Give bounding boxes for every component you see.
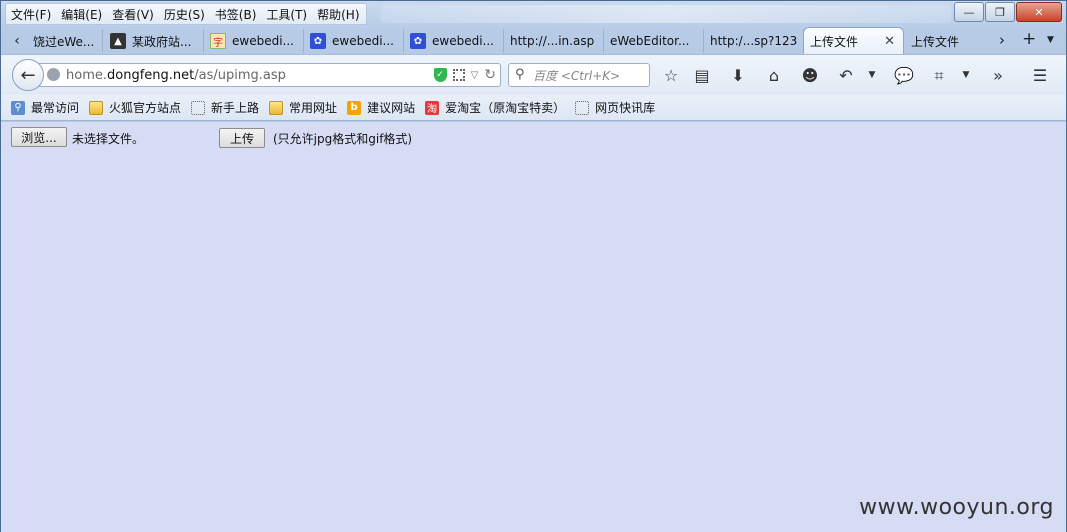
tab-4[interactable]: ✿ ewebedi... (304, 29, 404, 53)
tab-label: http://...in.asp (510, 34, 595, 48)
url-bar-icons: ✓ ▽ ↻ (433, 67, 496, 83)
back-button[interactable]: ← (12, 59, 44, 91)
menu-bookmarks[interactable]: 书签(B) (210, 6, 262, 23)
search-input[interactable] (531, 66, 647, 86)
bookmark-web-slices[interactable]: 网页快讯库 (575, 99, 655, 116)
tab-1[interactable]: 饶过eWe... (27, 29, 103, 53)
page-content: 浏览... 未选择文件。 上传 (只允许jpg格式和gif格式) www.woo… (1, 122, 1066, 532)
download-icon[interactable]: ⬇ (728, 66, 748, 85)
bookmark-label: 网页快讯库 (595, 101, 656, 115)
bookmark-star-icon[interactable]: ☆ (661, 66, 681, 85)
menu-edit[interactable]: 编辑(E) (56, 6, 107, 23)
undo-icon[interactable]: ↶ (836, 66, 856, 85)
tab-scroll-left-icon[interactable]: ‹ (9, 31, 25, 51)
bookmark-firefox-sites[interactable]: 火狐官方站点 (89, 99, 181, 116)
site-icon: ▲ (110, 33, 126, 49)
format-hint-text: (只允许jpg格式和gif格式) (273, 132, 413, 146)
close-window-button[interactable]: ✕ (1016, 2, 1062, 22)
crop-dropdown-icon[interactable]: ▼ (956, 70, 976, 80)
bookmark-label: 爱淘宝（原淘宝特卖） (445, 101, 566, 115)
globe-icon (47, 68, 60, 81)
menu-help[interactable]: 帮助(H) (312, 6, 364, 23)
tab-3[interactable]: 字 ewebedi... (204, 29, 304, 53)
tab-active-upload[interactable]: 上传文件 ✕ (803, 27, 904, 54)
tab-strip: ‹ 饶过eWe... ▲ 某政府站... 字 ewebedi... ✿ eweb… (1, 27, 1066, 54)
back-arrow-icon: ← (20, 64, 36, 86)
tab-scroll-right-icon[interactable]: › (999, 31, 1005, 49)
tab-10[interactable]: 上传文件 (905, 29, 995, 53)
tab-label: 饶过eWe... (33, 34, 95, 49)
close-tab-icon[interactable]: ✕ (884, 34, 895, 49)
bookmark-most-visited[interactable]: ⚲ 最常访问 (11, 99, 79, 116)
new-tab-icon[interactable]: + (1022, 29, 1036, 49)
blurred-titlebar (381, 5, 951, 23)
search-icon: ⚲ (515, 67, 525, 82)
menu-view[interactable]: 查看(V) (107, 6, 159, 23)
dropdown-arrow-icon[interactable]: ▽ (471, 70, 479, 81)
tab-label: ewebedi... (232, 34, 294, 48)
bookmark-label: 常用网址 (289, 101, 338, 115)
tab-label: http:/...sp?123 (710, 34, 798, 48)
shield-icon[interactable]: ✓ (433, 68, 447, 82)
bookmark-label: 火狐官方站点 (109, 101, 182, 115)
bookmark-label: 最常访问 (31, 101, 80, 115)
url-text[interactable]: home.dongfeng.net/as/upimg.asp (66, 68, 286, 83)
document-icon: 字 (210, 33, 226, 49)
overflow-chevron-icon[interactable]: » (988, 66, 1008, 85)
tab-8[interactable]: http:/...sp?123 (704, 29, 804, 53)
home-icon[interactable]: ⌂ (764, 66, 784, 85)
menu-file[interactable]: 文件(F) (6, 6, 56, 23)
dotted-page-icon (575, 100, 590, 115)
watermark-text: www.wooyun.org (859, 495, 1054, 520)
tab-label: 上传文件 (810, 34, 859, 49)
smiley-icon[interactable]: ☻ (800, 66, 820, 85)
list-tabs-icon[interactable]: ▼ (1047, 35, 1054, 45)
qr-code-icon[interactable] (452, 69, 465, 81)
bookmark-taobao[interactable]: 淘 爱淘宝（原淘宝特卖） (425, 99, 565, 116)
navigation-bar: home.dongfeng.net/as/upimg.asp ✓ ▽ ↻ ← ⚲… (1, 54, 1066, 95)
bookmarks-bar: ⚲ 最常访问 火狐官方站点 新手上路 常用网址 b 建议网站 淘 爱淘宝（原淘宝… (1, 95, 1066, 121)
reload-icon[interactable]: ↻ (484, 67, 496, 83)
menu-tools[interactable]: 工具(T) (261, 6, 312, 23)
tab-7[interactable]: eWebEditor... (604, 29, 704, 53)
bookmark-getting-started[interactable]: 新手上路 (191, 99, 259, 116)
folder-icon (89, 100, 104, 115)
tab-label: 上传文件 (911, 34, 960, 49)
bookmark-label: 新手上路 (211, 101, 260, 115)
baidu-paw-icon: ✿ (310, 33, 326, 49)
folder-icon (269, 100, 284, 115)
minimize-button[interactable]: — (954, 2, 984, 22)
dotted-page-icon (191, 100, 206, 115)
tab-5[interactable]: ✿ ewebedi... (404, 29, 504, 53)
tab-2[interactable]: ▲ 某政府站... (104, 29, 204, 53)
tab-label: ewebedi... (432, 34, 494, 48)
menu-history[interactable]: 历史(S) (159, 6, 210, 23)
bookmark-suggested-sites[interactable]: b 建议网站 (347, 99, 415, 116)
undo-dropdown-icon[interactable]: ▼ (862, 70, 882, 80)
upload-button[interactable]: 上传 (219, 128, 265, 148)
bookmark-label: 建议网站 (367, 101, 416, 115)
reading-list-icon[interactable]: ▤ (692, 66, 712, 85)
baidu-paw-icon: ✿ (410, 33, 426, 49)
crop-icon[interactable]: ⌗ (929, 66, 949, 86)
tab-label: ewebedi... (332, 34, 394, 48)
taobao-icon: 淘 (425, 100, 440, 115)
browse-button[interactable]: 浏览... (11, 127, 67, 147)
browser-window: 文件(F) 编辑(E) 查看(V) 历史(S) 书签(B) 工具(T) 帮助(H… (0, 0, 1067, 532)
file-status-text: 未选择文件。 (72, 132, 145, 146)
search-icon: ⚲ (11, 100, 25, 115)
bing-icon: b (347, 100, 362, 115)
tab-6[interactable]: http://...in.asp (504, 29, 604, 53)
tab-label: 某政府站... (132, 34, 192, 49)
tab-label: eWebEditor... (610, 34, 690, 48)
maximize-button[interactable]: ❐ (985, 2, 1015, 22)
url-bar[interactable]: home.dongfeng.net/as/upimg.asp ✓ ▽ ↻ (39, 63, 501, 87)
bookmark-common-sites[interactable]: 常用网址 (269, 99, 337, 116)
menu-bar: 文件(F) 编辑(E) 查看(V) 历史(S) 书签(B) 工具(T) 帮助(H… (5, 3, 367, 25)
window-controls: — ❐ ✕ (953, 2, 1062, 22)
chat-icon[interactable]: 💬 (894, 66, 914, 85)
search-bar[interactable]: ⚲ (508, 63, 650, 87)
menu-hamburger-icon[interactable]: ☰ (1030, 66, 1050, 85)
